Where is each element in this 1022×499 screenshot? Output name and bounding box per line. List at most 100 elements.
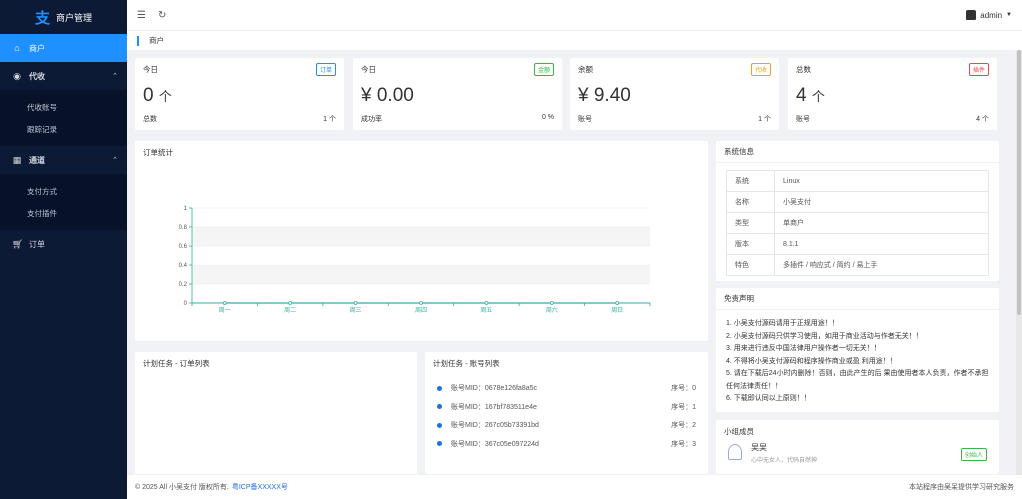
- page-scrollbar[interactable]: [1016, 50, 1022, 475]
- chevron-up-icon: ⌃: [112, 73, 118, 80]
- x-tick-label: 周日: [611, 307, 623, 314]
- data-point: [549, 301, 554, 305]
- sys-value: 多插件 / 响应式 / 简约 / 易上手: [774, 254, 989, 276]
- table-row: 系统 Linux: [726, 170, 989, 192]
- sidebar-item-payment-plugins[interactable]: 支付插件: [0, 202, 127, 224]
- sidebar-item-tracking-records[interactable]: 跟踪记录: [0, 118, 127, 140]
- account-mid: 账号MID：167bf783511e4e: [451, 403, 537, 411]
- caret-down-icon: ▼: [1006, 12, 1012, 18]
- y-tick-label: 0.6: [179, 244, 188, 250]
- panel-title: 计划任务 - 订单列表: [143, 358, 210, 368]
- sidebar-item-collect-accounts[interactable]: 代收账号: [0, 96, 127, 118]
- user-menu[interactable]: admin ▼: [966, 10, 1012, 20]
- breadcrumb-item[interactable]: 商户: [149, 35, 164, 46]
- order-stats-panel: 订单统计 0 0.2 0.4 0.6 0.8 1 周一 周二 周三 周四 周五 周六 周日: [135, 141, 708, 341]
- x-tick-label: 周一: [219, 307, 231, 314]
- panel-title: 计划任务 - 账号列表: [433, 358, 500, 368]
- stat-badge: 插件: [968, 63, 989, 76]
- sys-value: 8.1.1: [774, 233, 989, 255]
- stat-foot-value: 1 个: [323, 116, 336, 123]
- table-row: 特色 多插件 / 响应式 / 简约 / 易上手: [726, 254, 989, 276]
- y-tick-label: 0.2: [179, 282, 188, 288]
- disclaimer-line: 5. 请在下载后24小时内删除！否则，由此产生的后 果由使用者本人负责，作者不承…: [726, 370, 989, 390]
- account-mid: 账号MID：0678e126fa8a5c: [451, 385, 537, 393]
- y-tick-label: 1: [184, 206, 188, 212]
- panel-title: 系统信息: [716, 141, 999, 163]
- grid-band: [192, 265, 650, 284]
- stat-foot-label: 成功率: [361, 116, 382, 123]
- sys-key: 名称: [726, 191, 775, 213]
- member-name: 吴吴: [751, 443, 767, 452]
- data-point: [288, 301, 293, 305]
- system-info-table: 系统 Linux 名称 小吴支付 类型 单商户 版本 8.1.1 特色 多插件 / 响应式 / 简…: [726, 170, 989, 276]
- refresh-icon[interactable]: ↻: [158, 10, 166, 21]
- sidebar: 支 商户管理 ⌂ 商户 ◉ 代收 ⌃ 代收账号 跟踪记录 ▦ 通道 ⌃ 支付方式…: [0, 0, 127, 499]
- sidebar-group-channel[interactable]: ▦ 通道 ⌃: [0, 146, 127, 174]
- page-footer: © 2025 All 小吴支付 版权所有. 粤ICP备XXXXX号 本站程序由吴…: [127, 475, 1022, 499]
- list-item: 账号MID：167bf783511e4e 序号：1: [437, 398, 696, 417]
- list-item: 账号MID：367c05e097224d 序号：3: [437, 435, 696, 454]
- app-logo[interactable]: 支 商户管理: [0, 0, 127, 34]
- y-tick-label: 0: [184, 301, 188, 307]
- panel-title: 订单统计: [143, 147, 173, 157]
- task-orders-panel: 计划任务 - 订单列表: [135, 352, 417, 474]
- cart-icon: 🛒︎: [12, 238, 24, 249]
- sidebar-group-collect[interactable]: ◉ 代收 ⌃: [0, 62, 127, 90]
- sidebar-group-label: 代收: [29, 71, 45, 81]
- sys-key: 版本: [726, 233, 775, 255]
- bullet-dot-icon: [437, 385, 442, 391]
- stat-foot-value: 1 个: [758, 116, 771, 123]
- x-tick-label: 周六: [546, 306, 558, 314]
- account-seq: 序号：1: [671, 403, 696, 411]
- sidebar-item-home[interactable]: ⌂ 商户: [0, 34, 127, 62]
- stat-foot-value: 0 %: [541, 114, 554, 121]
- data-point: [419, 301, 423, 305]
- sidebar-item-payment-methods[interactable]: 支付方式: [0, 180, 127, 202]
- order-line-chart: 0 0.2 0.4 0.6 0.8 1 周一 周二 周三 周四 周五 周六 周日: [179, 206, 651, 314]
- stat-badge: 订单: [315, 63, 336, 76]
- scrollbar-thumb[interactable]: [1017, 50, 1021, 315]
- sidebar-item-orders[interactable]: 🛒︎ 订单: [0, 230, 127, 258]
- disclaimer-panel: 免责声明 1. 小吴支付源码请用于正规用途！！ 2. 小吴支付源码只供学习使用，如…: [716, 288, 999, 412]
- sidebar-subgroup-channel: 支付方式 支付插件: [0, 174, 127, 230]
- bullet-dot-icon: [437, 422, 442, 428]
- account-seq: 序号：2: [671, 422, 696, 430]
- disclaimer-text: 1. 小吴支付源码请用于正规用途！！ 2. 小吴支付源码只供学习使用，如用于商业活…: [716, 310, 999, 414]
- stat-badge: 金额: [533, 63, 554, 76]
- bullet-dot-icon: [437, 404, 442, 410]
- member-desc: 心中无女人，代码自然神: [751, 458, 818, 464]
- stat-title: 今日: [143, 65, 158, 74]
- disclaimer-line: 6. 下载即认同以上原则！！: [726, 395, 811, 402]
- breadcrumb: 商户: [127, 30, 1022, 50]
- stat-value: 4 个: [796, 85, 825, 106]
- stat-foot-label: 账号: [578, 116, 592, 123]
- table-row: 名称 小吴支付: [726, 191, 989, 213]
- stat-title: 总数: [796, 65, 811, 74]
- sidebar-subgroup-collect: 代收账号 跟踪记录: [0, 90, 127, 146]
- list-item: 账号MID：0678e126fa8a5c 序号：0: [437, 379, 696, 398]
- disclaimer-line: 3. 用来进行违反中国法律用户操作者一切无关！！: [726, 345, 881, 352]
- menu-toggle-icon[interactable]: ☰: [137, 10, 146, 21]
- system-info-panel: 系统信息 系统 Linux 名称 小吴支付 类型 单商户 版本 8.1.1 特色 多插件 / 响应…: [716, 141, 999, 281]
- sys-key: 类型: [726, 212, 775, 234]
- sys-value: 单商户: [774, 212, 989, 234]
- member-role-badge: 创始人: [960, 448, 987, 461]
- sys-value: Linux: [774, 170, 989, 192]
- table-row: 类型 单商户: [726, 212, 989, 234]
- x-tick-label: 周四: [415, 307, 427, 314]
- sidebar-group-label: 通道: [29, 155, 45, 165]
- data-point: [615, 301, 620, 305]
- app-title: 商户管理: [56, 12, 93, 23]
- stat-foot-label: 总数: [143, 116, 157, 123]
- account-seq: 序号：0: [671, 385, 696, 393]
- members-panel: 小组成员 吴吴 心中无女人，代码自然神 创始人: [716, 420, 999, 474]
- logo-mark: 支: [34, 9, 50, 27]
- disclaimer-line: 1. 小吴支付源码请用于正规用途！！: [726, 320, 839, 327]
- table-row: 版本 8.1.1: [726, 233, 989, 255]
- icp-link[interactable]: 粤ICP备XXXXX号: [232, 482, 288, 492]
- sys-key: 系统: [726, 170, 775, 192]
- task-accounts-panel: 计划任务 - 账号列表 账号MID：0678e126fa8a5c 序号：0 账号MI…: [425, 352, 708, 474]
- list-item: 账号MID：267c05b73391bd 序号：2: [437, 416, 696, 435]
- target-icon: ◉: [13, 70, 21, 81]
- footer-copyright: © 2025 All 小吴支付 版权所有.: [135, 484, 229, 491]
